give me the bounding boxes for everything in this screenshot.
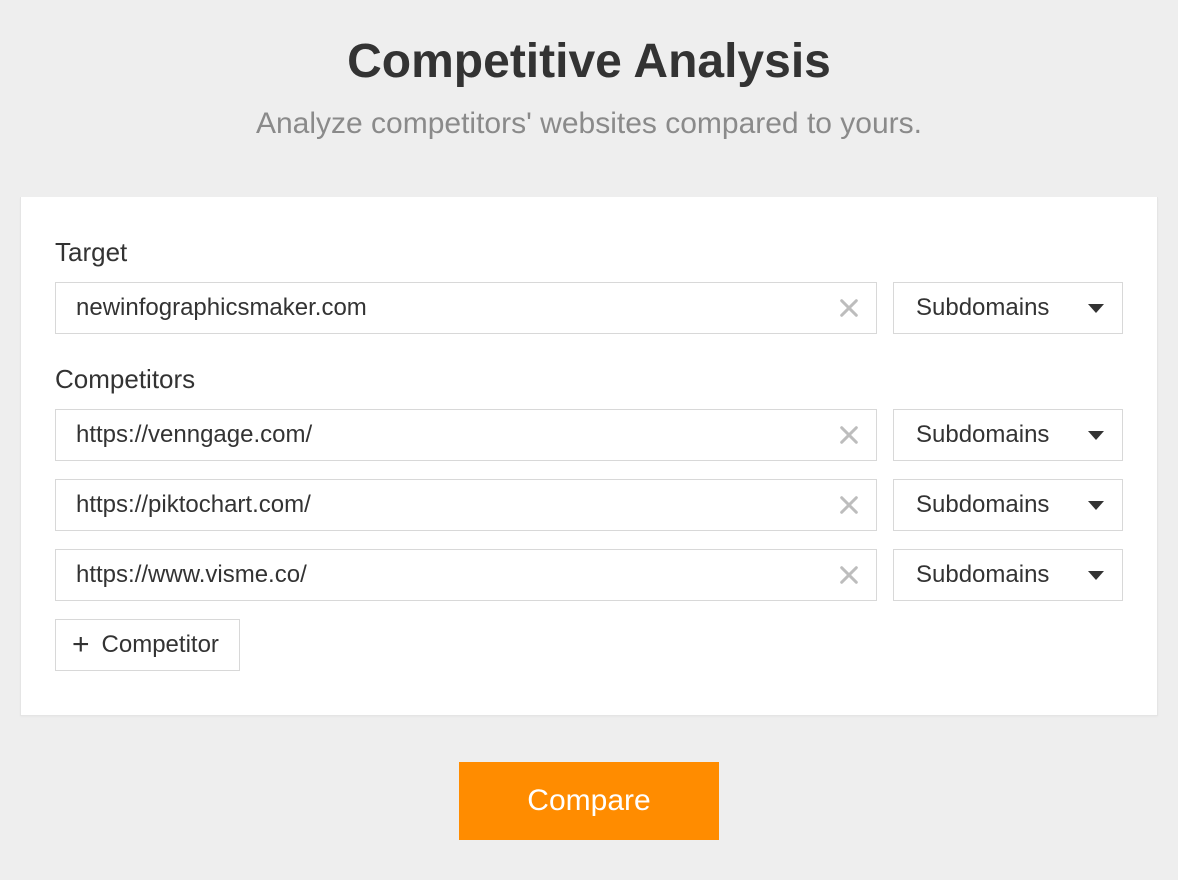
competitor-scope-value-0: Subdomains bbox=[916, 421, 1049, 449]
target-scope-select[interactable]: Subdomains bbox=[893, 282, 1123, 334]
caret-down-icon bbox=[1088, 431, 1104, 440]
close-icon bbox=[838, 297, 860, 319]
close-icon bbox=[838, 494, 860, 516]
page-title: Competitive Analysis bbox=[12, 34, 1166, 89]
target-scope-value: Subdomains bbox=[916, 294, 1049, 322]
competitor-scope-value-2: Subdomains bbox=[916, 561, 1049, 589]
clear-competitor-1-button[interactable] bbox=[831, 487, 867, 523]
competitor-scope-select-1[interactable]: Subdomains bbox=[893, 479, 1123, 531]
caret-down-icon bbox=[1088, 501, 1104, 510]
clear-target-button[interactable] bbox=[831, 290, 867, 326]
competitor-scope-select-2[interactable]: Subdomains bbox=[893, 549, 1123, 601]
plus-icon: + bbox=[72, 630, 90, 660]
competitor-input-0[interactable] bbox=[55, 409, 877, 461]
compare-button[interactable]: Compare bbox=[459, 762, 718, 840]
clear-competitor-0-button[interactable] bbox=[831, 417, 867, 453]
competitors-label: Competitors bbox=[55, 364, 1123, 395]
close-icon bbox=[838, 424, 860, 446]
competitor-scope-value-1: Subdomains bbox=[916, 491, 1049, 519]
target-input[interactable] bbox=[55, 282, 877, 334]
clear-competitor-2-button[interactable] bbox=[831, 557, 867, 593]
competitor-input-1[interactable] bbox=[55, 479, 877, 531]
target-label: Target bbox=[55, 237, 1123, 268]
add-competitor-label: Competitor bbox=[102, 631, 219, 659]
close-icon bbox=[838, 564, 860, 586]
competitor-scope-select-0[interactable]: Subdomains bbox=[893, 409, 1123, 461]
caret-down-icon bbox=[1088, 571, 1104, 580]
add-competitor-button[interactable]: + Competitor bbox=[55, 619, 240, 671]
page-subtitle: Analyze competitors' websites compared t… bbox=[12, 107, 1166, 141]
caret-down-icon bbox=[1088, 304, 1104, 313]
form-card: Target Subdomains Competitors bbox=[20, 197, 1158, 716]
competitor-input-2[interactable] bbox=[55, 549, 877, 601]
